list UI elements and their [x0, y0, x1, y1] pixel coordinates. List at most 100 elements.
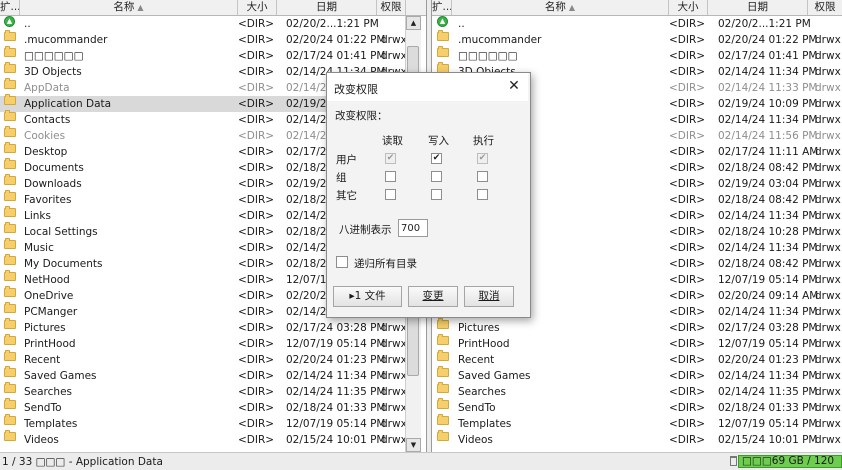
column-execute-label: 执行 [473, 135, 494, 147]
file-row[interactable]: Saved Games <DIR> 02/14/24 11:34 PM drwx [0, 366, 407, 384]
file-name: NetHood [24, 274, 70, 286]
right-header-extension[interactable]: 扩... [432, 0, 452, 15]
folder-icon [4, 126, 16, 137]
other-write-checkbox[interactable] [431, 189, 442, 200]
sort-ascending-icon: ▲ [568, 3, 576, 12]
left-header-size[interactable]: 大小 [238, 0, 277, 15]
group-read-checkbox[interactable] [385, 171, 396, 182]
file-row[interactable]: □□□□□□ <DIR> 02/17/24 01:41 PM drwx [432, 46, 842, 64]
right-header-permissions[interactable]: 权限 [808, 0, 842, 15]
user-write-checkbox[interactable]: ✔ [431, 153, 442, 164]
file-row[interactable]: □□□□□□ <DIR> 02/17/24 01:41 PM drwx [0, 46, 407, 64]
file-name: Pictures [24, 322, 66, 334]
close-icon[interactable]: ✕ [507, 79, 521, 93]
file-row[interactable]: Pictures <DIR> 02/17/24 03:28 PM drwx [432, 318, 842, 336]
cancel-button[interactable]: 取消 [464, 286, 514, 307]
file-permissions: drwx [815, 210, 841, 222]
file-size: <DIR> [238, 66, 275, 78]
file-permissions: drwx [815, 290, 841, 302]
file-size: <DIR> [669, 290, 706, 302]
scroll-up-arrow-icon[interactable]: ▲ [406, 16, 421, 30]
file-date: 02/14/24 11:33 PM [718, 82, 818, 94]
folder-icon [4, 302, 16, 313]
file-row[interactable]: SendTo <DIR> 02/18/24 01:33 PM drwx [432, 398, 842, 416]
file-size: <DIR> [669, 194, 706, 206]
file-date: 02/18/24 10:28 PM [718, 226, 818, 238]
other-read-checkbox[interactable] [385, 189, 396, 200]
file-row[interactable]: Videos <DIR> 02/15/24 10:01 PM drwx [432, 430, 842, 448]
file-row[interactable]: Videos <DIR> 02/15/24 10:01 PM drwx [0, 430, 407, 448]
file-size: <DIR> [669, 18, 706, 30]
right-header-name[interactable]: 名称 ▲ [452, 0, 669, 15]
file-size: <DIR> [238, 226, 275, 238]
file-row[interactable]: ▲.. <DIR> 02/20/2...1:21 PM [0, 16, 405, 32]
octal-permissions-input[interactable] [398, 219, 428, 237]
file-date: 02/17/24 03:28 PM [286, 322, 386, 334]
file-permissions: drwx [815, 434, 841, 446]
folder-icon [4, 142, 16, 153]
file-size: <DIR> [238, 290, 275, 302]
selected-files-button[interactable]: ▸1 文件 [333, 286, 402, 307]
file-size: <DIR> [669, 434, 706, 446]
file-row[interactable]: SendTo <DIR> 02/18/24 01:33 PM drwx [0, 398, 407, 416]
file-row[interactable]: .mucommander <DIR> 02/20/24 01:22 PM drwx [0, 30, 407, 48]
group-execute-checkbox[interactable] [477, 171, 488, 182]
file-name: AppData [24, 82, 70, 94]
file-permissions: drwx [815, 114, 841, 126]
file-row[interactable]: PrintHood <DIR> 12/07/19 05:14 PM drwx [432, 334, 842, 352]
trash-icon[interactable] [730, 456, 737, 466]
file-size: <DIR> [238, 114, 275, 126]
file-date: 02/17/24 11:11 AM [718, 146, 819, 158]
file-row[interactable]: .mucommander <DIR> 02/20/24 01:22 PM drwx [432, 30, 842, 48]
scroll-down-arrow-icon[interactable]: ▼ [406, 438, 421, 452]
file-date: 02/14/24 11:35 PM [718, 386, 818, 398]
file-permissions: drwx [381, 386, 407, 398]
file-row[interactable]: Recent <DIR> 02/20/24 01:23 PM drwx [432, 350, 842, 368]
file-name: SendTo [458, 402, 496, 414]
octal-label: 八进制表示 [339, 224, 392, 236]
column-write-label: 写入 [428, 135, 449, 147]
file-permissions: drwx [815, 98, 841, 110]
file-name: □□□□□□ [458, 50, 518, 62]
right-header-size[interactable]: 大小 [669, 0, 708, 15]
file-row[interactable]: Searches <DIR> 02/14/24 11:35 PM drwx [432, 382, 842, 400]
file-row[interactable]: Templates <DIR> 12/07/19 05:14 PM drwx [432, 414, 842, 432]
file-permissions: drwx [815, 306, 841, 318]
file-row[interactable]: Templates <DIR> 12/07/19 05:14 PM drwx [0, 414, 407, 432]
file-permissions: drwx [815, 370, 841, 382]
file-name: □□□□□□ [24, 50, 84, 62]
file-row[interactable]: ▲.. <DIR> 02/20/2...1:21 PM [432, 16, 842, 32]
file-date: 02/18/24 08:42 PM [718, 194, 818, 206]
change-button[interactable]: 变更 [408, 286, 458, 307]
left-header-date[interactable]: 日期 [277, 0, 377, 15]
dialog-titlebar[interactable]: 改变权限 ✕ [327, 73, 528, 101]
parent-folder-icon: ▲ [437, 16, 448, 27]
file-date: 02/17/24 01:41 PM [718, 50, 818, 62]
recursive-checkbox[interactable] [336, 256, 348, 268]
parent-folder-icon: ▲ [4, 16, 15, 27]
file-row[interactable]: PrintHood <DIR> 12/07/19 05:14 PM drwx [0, 334, 407, 352]
file-permissions: drwx [381, 434, 407, 446]
file-row[interactable]: Saved Games <DIR> 02/14/24 11:34 PM drwx [432, 366, 842, 384]
file-row[interactable]: Searches <DIR> 02/14/24 11:35 PM drwx [0, 382, 407, 400]
file-size: <DIR> [238, 50, 275, 62]
file-permissions: drwx [815, 50, 841, 62]
file-permissions: drwx [815, 402, 841, 414]
other-execute-checkbox[interactable] [477, 189, 488, 200]
file-size: <DIR> [669, 322, 706, 334]
file-permissions: drwx [815, 322, 841, 334]
file-date: 12/07/19 05:14 PM [718, 338, 818, 350]
file-date: 02/20/24 01:22 PM [286, 34, 386, 46]
left-header-extension[interactable]: 扩... [0, 0, 20, 15]
right-header-date[interactable]: 日期 [708, 0, 808, 15]
folder-icon [437, 334, 449, 345]
folder-icon [4, 430, 16, 441]
left-header-permissions[interactable]: 权限 [377, 0, 406, 15]
file-row[interactable]: Pictures <DIR> 02/17/24 03:28 PM drwx [0, 318, 407, 336]
file-name: OneDrive [24, 290, 74, 302]
permissions-section-label: 改变权限： [335, 110, 388, 122]
group-write-checkbox[interactable] [431, 171, 442, 182]
file-row[interactable]: Recent <DIR> 02/20/24 01:23 PM drwx [0, 350, 407, 368]
left-header-name[interactable]: 名称 ▲ [20, 0, 238, 15]
folder-icon [4, 254, 16, 265]
